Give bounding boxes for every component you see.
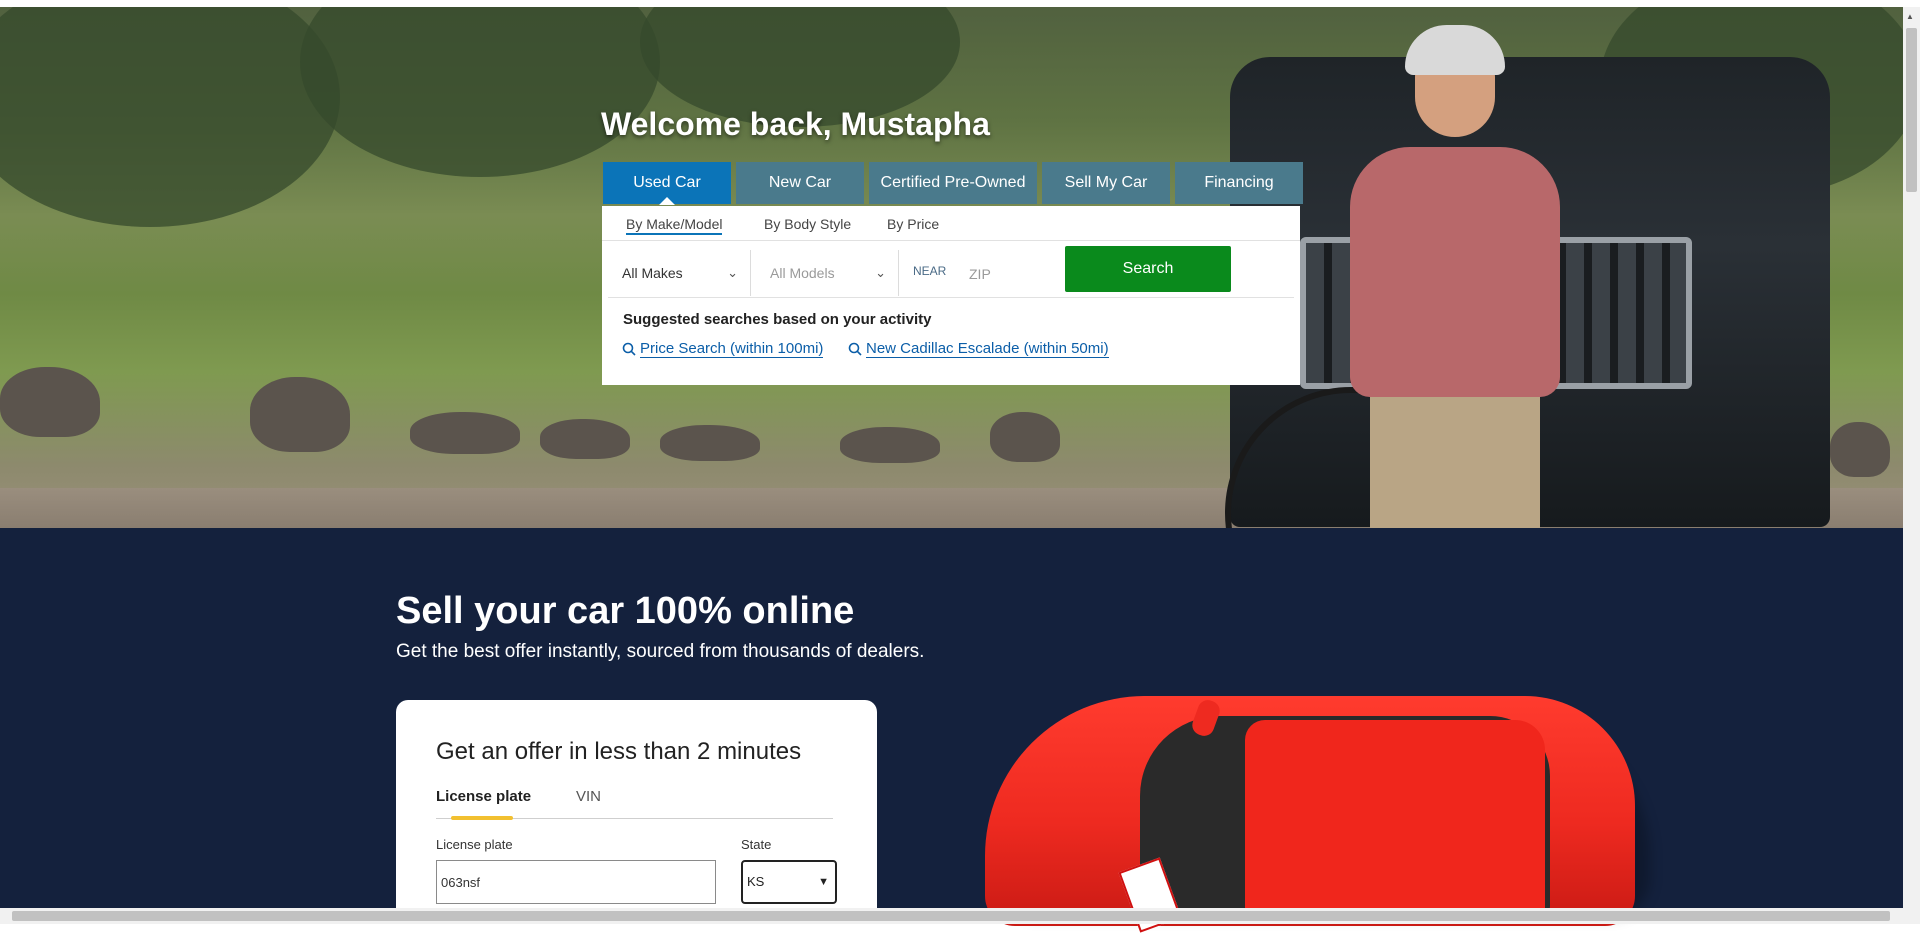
- tab-sell-my-car[interactable]: Sell My Car: [1042, 162, 1170, 204]
- sell-title: Sell your car 100% online: [396, 590, 855, 632]
- vertical-scroll-thumb[interactable]: [1906, 28, 1917, 192]
- plate-label: License plate: [436, 837, 513, 852]
- chevron-down-icon: ⌄: [727, 265, 738, 280]
- tab-vin[interactable]: VIN: [576, 788, 601, 805]
- state-select-value: KS: [747, 874, 765, 889]
- top-strip: [0, 0, 1920, 7]
- model-select-value: All Models: [770, 265, 835, 281]
- welcome-heading: Welcome back, Mustapha: [601, 106, 990, 142]
- rock: [410, 412, 520, 454]
- horizontal-scroll-thumb[interactable]: [12, 911, 1890, 921]
- rock: [0, 367, 100, 437]
- make-select-value: All Makes: [622, 265, 683, 281]
- model-select[interactable]: All Models ⌄: [750, 246, 898, 300]
- suggested-search-link[interactable]: Price Search (within 100mi): [622, 340, 824, 358]
- subtab-body-style[interactable]: By Body Style: [764, 216, 851, 232]
- chevron-down-icon: ⌄: [875, 265, 886, 280]
- state-label: State: [741, 837, 772, 852]
- suggested-search-link[interactable]: New Cadillac Escalade (within 50mi): [848, 340, 1109, 358]
- chevron-down-icon: ▼: [818, 876, 829, 888]
- search-panel: By Make/Model By Body Style By Price All…: [602, 206, 1300, 385]
- divider: [898, 250, 899, 296]
- rock: [250, 377, 350, 452]
- suggested-search-label: New Cadillac Escalade (within 50mi): [866, 340, 1109, 358]
- tab-certified-pre-owned[interactable]: Certified Pre-Owned: [869, 162, 1037, 204]
- state-select[interactable]: KS ▼: [741, 860, 837, 904]
- person-torso: [1350, 147, 1560, 397]
- active-tab-indicator: [451, 816, 513, 820]
- background-tree: [0, 7, 340, 227]
- rock: [540, 419, 630, 459]
- zip-input[interactable]: [967, 258, 1061, 290]
- subtab-price[interactable]: By Price: [887, 216, 939, 232]
- make-select[interactable]: All Makes ⌄: [602, 246, 750, 300]
- tab-license-plate[interactable]: License plate: [436, 788, 531, 805]
- car-roof: [1245, 720, 1545, 920]
- near-label: NEAR: [913, 264, 947, 278]
- person-legs: [1370, 392, 1540, 528]
- rock: [840, 427, 940, 463]
- rock: [1830, 422, 1890, 477]
- sell-subtitle: Get the best offer instantly, sourced fr…: [396, 641, 925, 662]
- rock: [990, 412, 1060, 462]
- tab-financing[interactable]: Financing: [1175, 162, 1303, 204]
- suggested-searches-title: Suggested searches based on your activit…: [623, 311, 932, 328]
- offer-card-title: Get an offer in less than 2 minutes: [436, 738, 802, 765]
- rock: [660, 425, 760, 461]
- background-tree: [300, 7, 660, 177]
- tab-new-car[interactable]: New Car: [736, 162, 864, 204]
- search-button[interactable]: Search: [1065, 246, 1231, 292]
- sell-section: Sell your car 100% online Get the best o…: [0, 528, 1903, 933]
- offer-card: Get an offer in less than 2 minutes Lice…: [396, 700, 877, 930]
- divider: [608, 297, 1294, 298]
- license-plate-input[interactable]: [436, 860, 716, 904]
- suggested-search-label: Price Search (within 100mi): [640, 340, 824, 358]
- scroll-up-icon[interactable]: ▲: [1906, 12, 1914, 21]
- bike-helmet: [1405, 25, 1505, 75]
- tab-used-car[interactable]: Used Car: [603, 162, 731, 205]
- divider: [602, 240, 1300, 241]
- subtab-make-model[interactable]: By Make/Model: [626, 216, 723, 235]
- search-icon: [622, 342, 636, 356]
- search-icon: [848, 342, 862, 356]
